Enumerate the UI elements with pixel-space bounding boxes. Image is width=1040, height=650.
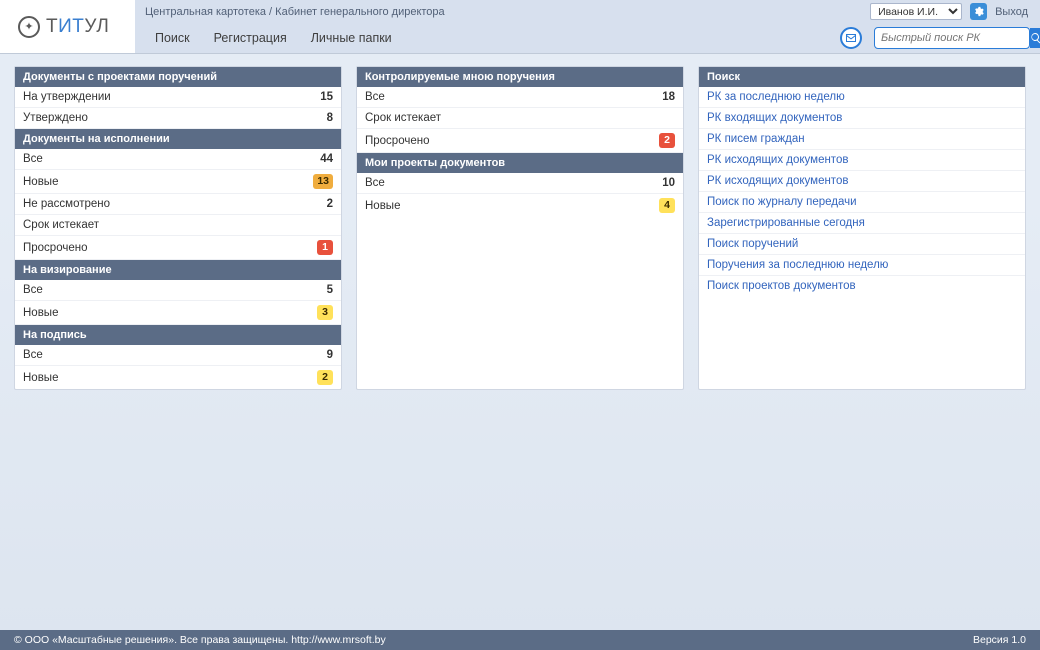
gear-icon xyxy=(973,6,984,17)
item-badge: 3 xyxy=(317,305,333,320)
item-label: Новые xyxy=(23,176,313,188)
item-label: РК входящих документов xyxy=(707,112,1017,124)
logout-link[interactable]: Выход xyxy=(995,6,1030,18)
quick-search-input[interactable] xyxy=(875,32,1030,44)
item-label: На утверждении xyxy=(23,91,320,103)
item-label: Новые xyxy=(23,372,317,384)
section-header: Контролируемые мною поручения xyxy=(357,67,683,87)
item-count: 8 xyxy=(327,112,333,124)
item-badge: 2 xyxy=(659,133,675,148)
list-item[interactable]: Все10 xyxy=(357,173,683,194)
quick-search xyxy=(874,27,1030,49)
quick-search-button[interactable] xyxy=(1030,28,1040,48)
item-label: Утверждено xyxy=(23,112,327,124)
list-item[interactable]: Все9 xyxy=(15,345,341,366)
item-label: Все xyxy=(365,177,662,189)
footer: © ООО «Масштабные решения». Все права за… xyxy=(0,630,1040,650)
item-label: Просрочено xyxy=(23,242,317,254)
item-count: 15 xyxy=(320,91,333,103)
item-badge: 2 xyxy=(317,370,333,385)
item-label: Срок истекает xyxy=(23,219,333,231)
item-label: РК исходящих документов xyxy=(707,154,1017,166)
list-item[interactable]: Новые3 xyxy=(15,301,341,325)
section-header: Документы с проектами поручений xyxy=(15,67,341,87)
section-header: Мои проекты документов xyxy=(357,153,683,173)
nav-folders[interactable]: Личные папки xyxy=(301,31,402,45)
item-label: Срок истекает xyxy=(365,112,675,124)
item-count: 2 xyxy=(327,198,333,210)
user-select[interactable]: Иванов И.И. xyxy=(870,3,962,20)
item-label: Поручения за последнюю неделю xyxy=(707,259,1017,271)
footer-version: Версия 1.0 xyxy=(973,634,1026,646)
logo-text: ТИТУЛ xyxy=(46,16,109,38)
search-link[interactable]: Зарегистрированные сегодня xyxy=(699,213,1025,234)
search-link[interactable]: РК за последнюю неделю xyxy=(699,87,1025,108)
mail-icon xyxy=(845,33,857,43)
column-1: Документы с проектами порученийНа утверж… xyxy=(14,66,342,390)
dashboard: Документы с проектами порученийНа утверж… xyxy=(0,54,1040,402)
item-label: Не рассмотрено xyxy=(23,198,327,210)
item-label: Поиск поручений xyxy=(707,238,1017,250)
search-link[interactable]: РК исходящих документов xyxy=(699,150,1025,171)
item-badge: 4 xyxy=(659,198,675,213)
section-header: Документы на исполнении xyxy=(15,129,341,149)
column-2: Контролируемые мною порученияВсе18Срок и… xyxy=(356,66,684,390)
logo[interactable]: ТИТУЛ xyxy=(0,0,135,53)
item-label: РК писем граждан xyxy=(707,133,1017,145)
list-item[interactable]: Утверждено8 xyxy=(15,108,341,129)
search-link[interactable]: Поручения за последнюю неделю xyxy=(699,255,1025,276)
item-count: 18 xyxy=(662,91,675,103)
search-link[interactable]: Поиск проектов документов xyxy=(699,276,1025,296)
list-item[interactable]: Просрочено1 xyxy=(15,236,341,260)
search-link[interactable]: РК писем граждан xyxy=(699,129,1025,150)
settings-button[interactable] xyxy=(970,3,987,20)
list-item[interactable]: Срок истекает xyxy=(15,215,341,236)
search-link[interactable]: РК входящих документов xyxy=(699,108,1025,129)
search-icon xyxy=(1030,32,1040,44)
item-count: 44 xyxy=(320,153,333,165)
item-count: 10 xyxy=(662,177,675,189)
item-label: Поиск проектов документов xyxy=(707,280,1017,292)
nav-register[interactable]: Регистрация xyxy=(204,31,297,45)
item-count: 5 xyxy=(327,284,333,296)
item-label: Все xyxy=(23,284,327,296)
item-label: Новые xyxy=(23,307,317,319)
breadcrumb: Центральная картотека / Кабинет генераль… xyxy=(145,6,870,18)
section-header: Поиск xyxy=(699,67,1025,87)
search-link[interactable]: Поиск по журналу передачи xyxy=(699,192,1025,213)
item-label: Все xyxy=(23,349,327,361)
nav-search[interactable]: Поиск xyxy=(145,31,200,45)
list-item[interactable]: Просрочено2 xyxy=(357,129,683,153)
section-header: На подпись xyxy=(15,325,341,345)
list-item[interactable]: Новые4 xyxy=(357,194,683,217)
list-item[interactable]: Новые2 xyxy=(15,366,341,389)
item-count: 9 xyxy=(327,349,333,361)
list-item[interactable]: Новые13 xyxy=(15,170,341,194)
item-badge: 1 xyxy=(317,240,333,255)
column-3-search: Поиск РК за последнюю неделю РК входящих д… xyxy=(698,66,1026,390)
logo-icon xyxy=(18,16,40,38)
section-header: На визирование xyxy=(15,260,341,280)
mail-button[interactable] xyxy=(840,27,862,49)
item-label: РК исходящих документов xyxy=(707,175,1017,187)
item-label: РК за последнюю неделю xyxy=(707,91,1017,103)
item-label: Новые xyxy=(365,200,659,212)
item-label: Поиск по журналу передачи xyxy=(707,196,1017,208)
list-item[interactable]: На утверждении15 xyxy=(15,87,341,108)
list-item[interactable]: Все18 xyxy=(357,87,683,108)
footer-copyright: © ООО «Масштабные решения». Все права за… xyxy=(14,634,973,646)
search-link[interactable]: РК исходящих документов xyxy=(699,171,1025,192)
list-item[interactable]: Все5 xyxy=(15,280,341,301)
list-item[interactable]: Срок истекает xyxy=(357,108,683,129)
list-item[interactable]: Все44 xyxy=(15,149,341,170)
header: ТИТУЛ Центральная картотека / Кабинет ге… xyxy=(0,0,1040,54)
search-link[interactable]: Поиск поручений xyxy=(699,234,1025,255)
item-label: Все xyxy=(365,91,662,103)
item-badge: 13 xyxy=(313,174,333,189)
item-label: Просрочено xyxy=(365,135,659,147)
item-label: Все xyxy=(23,153,320,165)
list-item[interactable]: Не рассмотрено2 xyxy=(15,194,341,215)
item-label: Зарегистрированные сегодня xyxy=(707,217,1017,229)
